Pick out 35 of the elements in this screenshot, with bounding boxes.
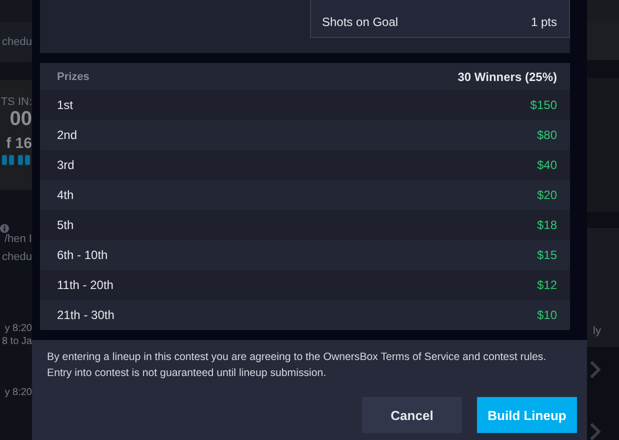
terms-notice: By entering a lineup in this contest you are agreeing to the OwnersBox Terms of Service and contest rules. Entry into contest is not guaranteed until lineup submission. [47, 350, 548, 381]
background-text: TS IN: [0, 96, 32, 108]
prize-amount: $15 [536, 248, 557, 262]
background-text: chedu [2, 251, 32, 263]
background-text: y 8:20 [4, 387, 32, 398]
background-text: 8 to Ja [2, 336, 32, 347]
chevron-right-icon [589, 422, 601, 440]
prize-place: 5th [57, 218, 74, 232]
prize-amount: $10 [536, 308, 557, 322]
prize-place: 6th - 10th [57, 248, 108, 262]
progress-pips-icon [2, 155, 32, 165]
prize-amount: $80 [536, 128, 557, 142]
prize-amount: $150 [530, 98, 557, 112]
prize-place: 4th [57, 188, 74, 202]
prize-place: 21th - 30th [57, 308, 114, 322]
prize-place: 3rd [57, 158, 74, 172]
column-header: Prizes [57, 70, 90, 82]
chevron-right-icon [589, 361, 601, 379]
background-text: f 16 [6, 135, 32, 152]
prize-amount: $20 [536, 188, 557, 202]
prize-place: 2nd [57, 128, 78, 142]
prize-amount: $12 [536, 278, 557, 292]
scoring-value: 1 pts [530, 15, 557, 29]
winners-count: 30 Winners (25%) [458, 70, 557, 84]
cancel-button[interactable]: Cancel [362, 397, 462, 433]
background-text: y 8:20 [4, 323, 32, 334]
prize-amount: $18 [536, 218, 557, 232]
scoring-label: Shots on Goal [322, 15, 398, 29]
background-text: 00 [10, 108, 32, 131]
prize-place: 11th - 20th [57, 278, 114, 292]
background-text: ly [593, 325, 601, 338]
background-text: chedu [2, 36, 32, 48]
prize-place: 1st [57, 98, 74, 112]
prize-amount: $40 [536, 158, 557, 172]
background-text: /hen I [4, 233, 32, 245]
